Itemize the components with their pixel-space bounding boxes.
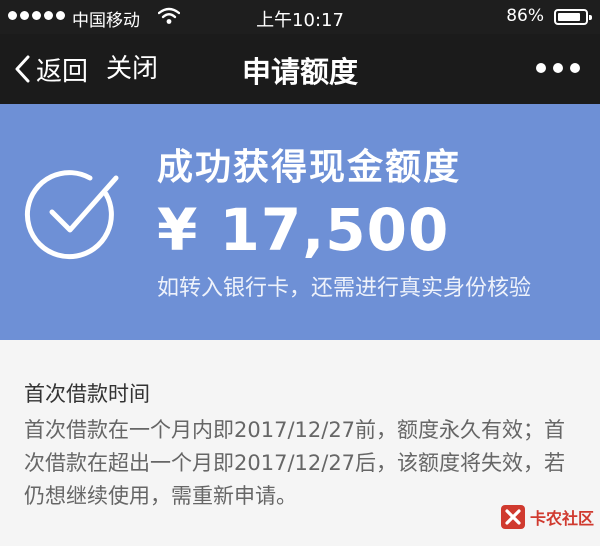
- section-body: 首次借款在一个月内即2017/12/27前，额度永久有效；首次借款在超出一个月即…: [24, 418, 566, 508]
- check-circle-icon: [24, 170, 119, 260]
- community-watermark: 卡农社区: [498, 502, 594, 532]
- battery-percentage: 86%: [506, 6, 544, 26]
- community-logo-icon: [500, 505, 525, 529]
- watermark-text: 卡农社区: [529, 509, 594, 528]
- approval-banner: 成功获得现金额度 ¥ 17,500 如转入银行卡，还需进行真实身份核验: [0, 104, 600, 340]
- page-title: 申请额度: [241, 55, 358, 89]
- section-title: 首次借款时间: [24, 382, 150, 406]
- more-dots-icon: [536, 63, 546, 73]
- credit-amount: ¥ 17,500: [157, 196, 450, 264]
- status-bar: 中国移动 上午10:17 86%: [0, 0, 600, 34]
- more-menu-button[interactable]: [536, 63, 580, 73]
- navigation-bar: 返回 关闭 申请额度: [0, 34, 600, 104]
- battery-icon: [554, 9, 592, 25]
- approval-headline: 成功获得现金额度: [157, 147, 462, 188]
- verification-note: 如转入银行卡，还需进行真实身份核验: [157, 276, 532, 301]
